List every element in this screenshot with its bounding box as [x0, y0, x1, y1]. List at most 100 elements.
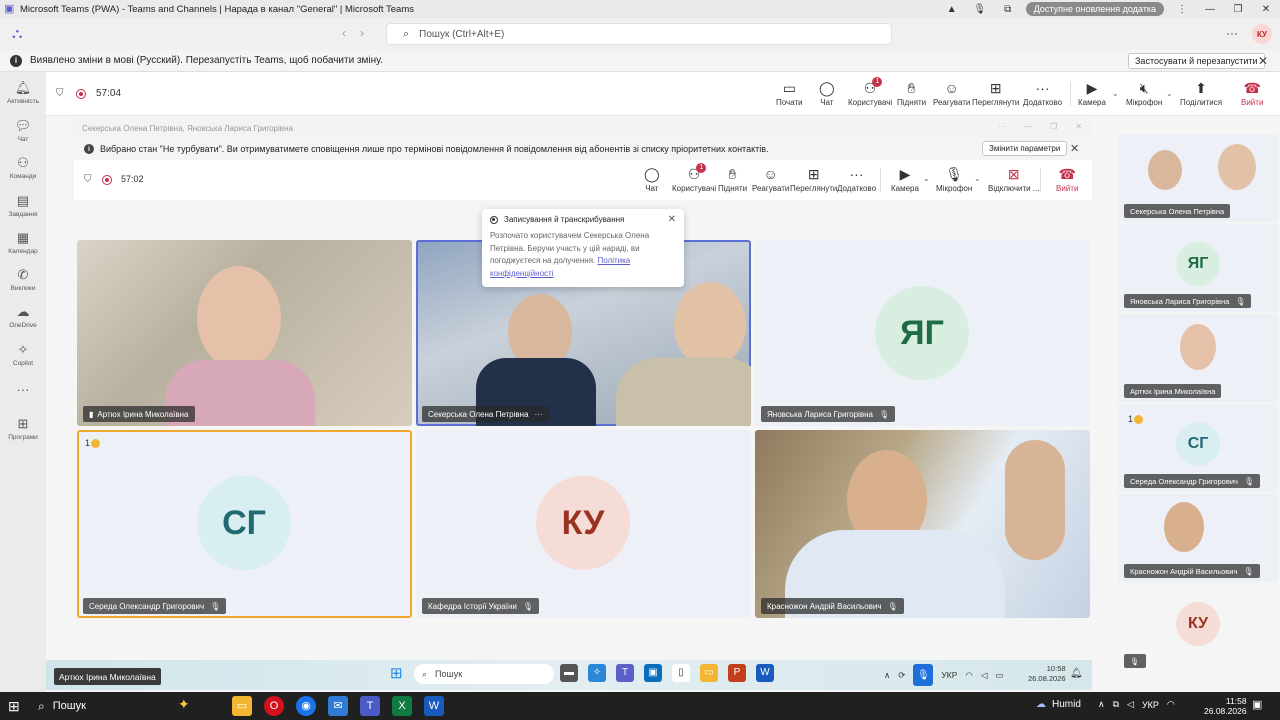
- react-button[interactable]: ☺ Реагувати: [933, 79, 970, 107]
- forward-arrow-icon[interactable]: ›: [360, 26, 364, 40]
- chat-button[interactable]: ◯ Чат: [819, 79, 835, 107]
- rail-item-calendar[interactable]: ▦ Календар: [0, 230, 46, 255]
- chevron-down-icon[interactable]: ⌄: [1112, 89, 1119, 98]
- minimize-icon[interactable]: —: [1196, 0, 1224, 18]
- powerpoint-app-icon: P: [728, 664, 746, 682]
- people-button[interactable]: ⚇ 1 Користувачі: [848, 77, 892, 107]
- extensions-icon[interactable]: ⧉: [994, 0, 1022, 18]
- rail-item-onedrive[interactable]: ☁︎ OneDrive: [0, 304, 46, 329]
- wifi-icon[interactable]: ◠: [1167, 699, 1175, 710]
- windows-start-icon[interactable]: ⊞: [8, 698, 20, 715]
- left-app-rail: 🔔︎ Активність 💬︎ Чат ⚇ Команди ▤ Завдання ▦ К…: [0, 72, 46, 692]
- chevron-up-icon[interactable]: ∧: [1098, 699, 1105, 710]
- inner-camera-button[interactable]: ▶ Камера: [891, 165, 919, 193]
- more-actions-button[interactable]: ··· Додатково: [1023, 79, 1062, 107]
- widgets-icon[interactable]: ✦: [178, 696, 190, 713]
- rail-video-tile[interactable]: Секерська Олена Петрівна: [1118, 134, 1278, 222]
- inner-raise-hand-button[interactable]: ✋︎ Підняти: [718, 165, 747, 193]
- word-icon[interactable]: W: [424, 696, 444, 716]
- notification-icon[interactable]: ▣: [1252, 698, 1262, 711]
- video-tile[interactable]: КУ Кафедра Історії України 🎙︎: [416, 430, 751, 618]
- rail-item-apps[interactable]: ⊞ Програми: [0, 416, 46, 441]
- emoji-icon: ☺: [944, 80, 959, 96]
- rail-video-tile-hand-raised[interactable]: 1 СГ Середа Олександр Григорович 🎙︎: [1118, 404, 1278, 492]
- more-icon[interactable]: ⋮: [1168, 0, 1196, 18]
- rail-item-calls[interactable]: ✆ Виклики: [0, 267, 46, 292]
- close-icon[interactable]: ✕: [1258, 54, 1268, 68]
- opera-icon[interactable]: O: [264, 696, 284, 716]
- inner-leave-button[interactable]: ☎︎ Вийти: [1056, 165, 1078, 193]
- rail-item-chat[interactable]: 💬︎ Чат: [0, 118, 46, 143]
- inner-people-button[interactable]: ⚇ 1 Користувачі: [672, 163, 716, 193]
- volume-icon[interactable]: ◁: [1127, 699, 1134, 710]
- video-tile[interactable]: ▮ Артюх Ірина Миколаївна: [77, 240, 412, 426]
- back-arrow-icon[interactable]: ‹: [342, 26, 346, 40]
- more-options-icon[interactable]: ···: [1226, 26, 1238, 40]
- chevron-down-icon[interactable]: ⌄: [1166, 89, 1173, 98]
- leave-button[interactable]: ☎︎ Вийти: [1241, 79, 1263, 107]
- rail-item-tasks[interactable]: ▤ Завдання: [0, 193, 46, 218]
- inner-mic-button[interactable]: 🎙︎ Мікрофон: [936, 165, 972, 193]
- start-button[interactable]: ▭ Почати: [776, 79, 803, 107]
- recording-notice-popup: Записування й транскрибування ✕ Розпочат…: [482, 209, 684, 287]
- rail-video-tile[interactable]: ЯГ Яновська Лариса Григорівна 🎙︎: [1118, 224, 1278, 312]
- raise-hand-button[interactable]: ✋︎ Підняти: [897, 79, 926, 107]
- microphone-icon[interactable]: 🎙: [966, 0, 994, 18]
- teams-app-icon: ▣: [4, 3, 15, 15]
- inner-disconnect-button[interactable]: ⊠ Відключити ...: [988, 165, 1040, 193]
- video-tile[interactable]: ЯГ Яновська Лариса Григорівна 🎙︎: [755, 240, 1090, 426]
- rail-item-activity[interactable]: 🔔︎ Активність: [0, 80, 46, 105]
- weather-widget[interactable]: ☁︎ Humid: [1036, 699, 1081, 710]
- microphone-button[interactable]: 🔇︎ Мікрофон: [1126, 79, 1162, 107]
- rail-video-tile[interactable]: Артюх Ірина Миколаївна: [1118, 314, 1278, 402]
- search-icon: ⌕: [38, 698, 45, 713]
- chevron-down-icon[interactable]: ⌄: [923, 174, 930, 183]
- people-badge: 1: [872, 77, 883, 87]
- more-icon: ···: [1035, 80, 1050, 96]
- search-box[interactable]: ⌕ Пошук (Ctrl+Alt+E): [386, 23, 892, 45]
- video-tile[interactable]: Красножон Андрій Васильович 🎙︎: [755, 430, 1090, 618]
- language-indicator[interactable]: УКР: [1142, 700, 1159, 710]
- rail-video-tile[interactable]: КУ 🎙︎: [1118, 584, 1278, 672]
- close-icon[interactable]: ✕: [1070, 142, 1079, 155]
- change-settings-button[interactable]: Змінити параметри: [982, 141, 1068, 156]
- rail-video-tile[interactable]: Красножон Андрій Васильович 🎙︎: [1118, 494, 1278, 582]
- inner-react-button[interactable]: ☺ Реагувати: [752, 165, 789, 193]
- camera-button[interactable]: ▶ Камера: [1078, 79, 1106, 107]
- close-icon[interactable]: ✕: [1252, 0, 1280, 18]
- chevron-down-icon[interactable]: ⌄: [974, 174, 981, 183]
- rail-more[interactable]: ···: [0, 382, 46, 398]
- store-app-icon: ▣: [644, 664, 662, 682]
- rail-item-teams[interactable]: ⚇ Команди: [0, 155, 46, 180]
- camera-off-icon: ▶: [1086, 80, 1098, 96]
- inner-more-button[interactable]: ··· Додатково: [837, 165, 876, 193]
- apply-restart-button[interactable]: Застосувати й перезапустити: [1128, 53, 1265, 69]
- raised-hand-indicator: 1: [1128, 414, 1144, 424]
- teams-pwa-icon[interactable]: T: [360, 696, 380, 716]
- file-explorer-icon[interactable]: ▭: [232, 696, 252, 716]
- start-icon: ▭: [782, 80, 796, 96]
- restore-icon: ❐: [1050, 122, 1058, 131]
- mail-icon[interactable]: ✉: [328, 696, 348, 716]
- video-tile-hand-raised[interactable]: 1 СГ Середа Олександр Григорович 🎙︎: [77, 430, 412, 618]
- system-clock[interactable]: 11:58 26.08.2026: [1204, 696, 1247, 716]
- share-button[interactable]: ⬆ Поділитися: [1180, 79, 1222, 107]
- chrome-icon[interactable]: ◉: [296, 696, 316, 716]
- minimize-icon: —: [1024, 122, 1033, 131]
- close-icon[interactable]: ✕: [668, 214, 676, 225]
- profile-avatar[interactable]: КУ: [1252, 24, 1272, 44]
- inner-chat-button[interactable]: ◯ Чат: [644, 165, 660, 193]
- update-available-pill[interactable]: Доступне оновлення додатка: [1025, 2, 1164, 16]
- info-icon: i: [10, 54, 22, 67]
- rail-item-copilot[interactable]: ✧ Copilot: [0, 342, 46, 367]
- view-button[interactable]: ⊞ Переглянути: [972, 79, 1019, 107]
- restore-icon[interactable]: ❐: [1224, 0, 1252, 18]
- calendar-icon: ▦: [16, 230, 30, 245]
- inner-view-button[interactable]: ⊞ Переглянути: [790, 165, 837, 193]
- excel-icon[interactable]: X: [392, 696, 412, 716]
- chevron-up-icon[interactable]: ▲: [938, 0, 966, 18]
- taskbar-search[interactable]: ⌕ Пошук: [38, 696, 174, 716]
- toolbar-divider: [1070, 82, 1071, 106]
- network-icon[interactable]: ⧉: [1113, 699, 1119, 710]
- inner-meeting-toolbar: ⛉ 57:02 ◯ Чат ⚇ 1 Користувачі ✋︎ Підняти ☺ Ре…: [74, 160, 1092, 200]
